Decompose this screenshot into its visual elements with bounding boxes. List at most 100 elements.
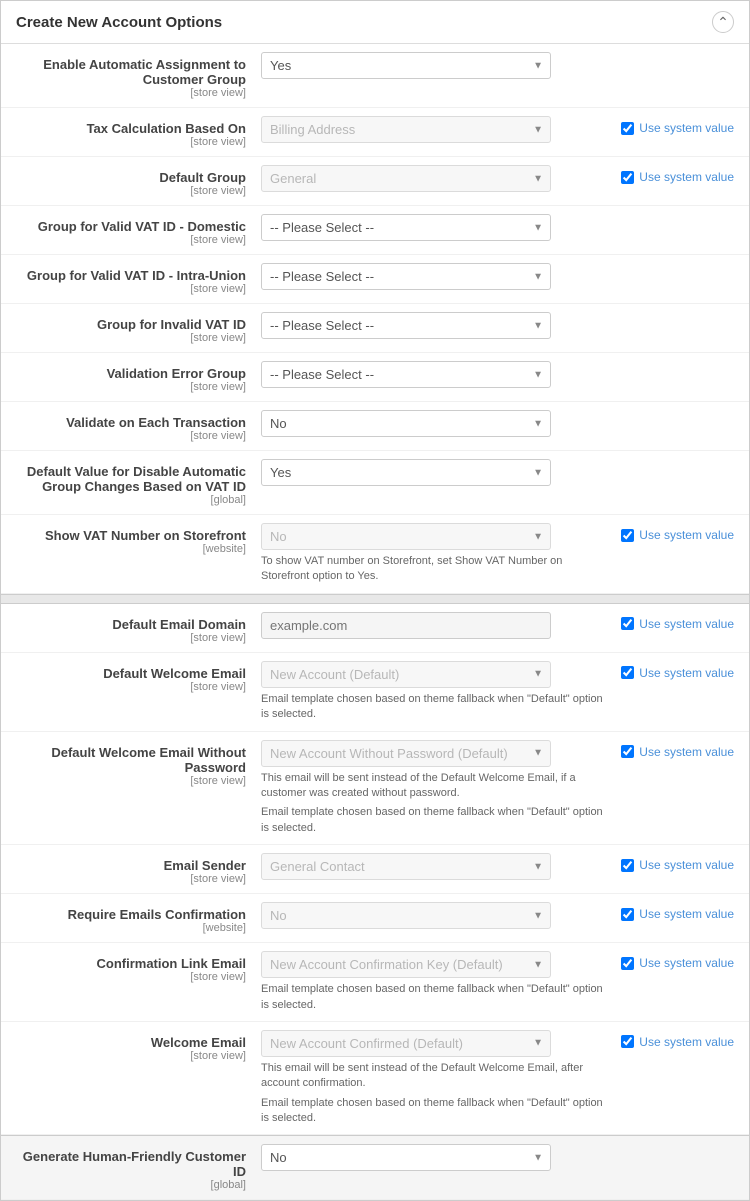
select-wrapper-validate-transaction: No Yes <box>261 410 551 437</box>
form-row-confirmation-link: Confirmation Link Email [store view] New… <box>1 943 749 1022</box>
checkbox-welcome-email[interactable] <box>621 666 634 679</box>
select-wrapper-email-sender: General Contact <box>261 853 551 880</box>
form-row-welcome-confirmed: Welcome Email [store view] New Account C… <box>1 1022 749 1136</box>
select-vat-intra[interactable]: -- Please Select -- <box>261 263 551 290</box>
select-email-sender[interactable]: General Contact <box>261 853 551 880</box>
checkbox-email-domain[interactable] <box>621 617 634 630</box>
form-row-vat-domestic: Group for Valid VAT ID - Domestic [store… <box>1 206 749 255</box>
checkbox-welcome-confirmed[interactable] <box>621 1035 634 1048</box>
control-confirmation-link: New Account Confirmation Key (Default) E… <box>261 951 734 1013</box>
control-vat-domestic: -- Please Select -- <box>261 214 734 241</box>
select-wrapper-vat-domestic: -- Please Select -- <box>261 214 551 241</box>
checkbox-default-group[interactable] <box>621 171 634 184</box>
form-row-welcome-email: Default Welcome Email [store view] New A… <box>1 653 749 732</box>
label-vat-intra: Group for Valid VAT ID - Intra-Union [st… <box>16 263 261 295</box>
select-wrapper-enable-auto: Yes No <box>261 52 551 79</box>
checkbox-welcome-no-pwd[interactable] <box>621 745 634 758</box>
select-validation-error[interactable]: -- Please Select -- <box>261 361 551 388</box>
label-human-friendly-id: Generate Human-Friendly Customer ID [glo… <box>16 1144 261 1191</box>
select-wrapper-vat-intra: -- Please Select -- <box>261 263 551 290</box>
select-default-group[interactable]: General <box>261 165 551 192</box>
select-validate-transaction[interactable]: No Yes <box>261 410 551 437</box>
select-wrapper-human-friendly-id: No Yes <box>261 1144 551 1171</box>
collapse-button[interactable]: ⌃ <box>712 11 734 33</box>
form-row-default-group: Default Group [store view] General Use s… <box>1 157 749 206</box>
welcome-no-pwd-info2: Email template chosen based on theme fal… <box>261 805 611 836</box>
system-value-show-vat: Use system value <box>621 523 734 542</box>
panel-title: Create New Account Options <box>16 14 222 31</box>
select-vat-domestic[interactable]: -- Please Select -- <box>261 214 551 241</box>
form-row-human-friendly-id: Generate Human-Friendly Customer ID [glo… <box>1 1135 749 1200</box>
select-wrapper-confirmation-link: New Account Confirmation Key (Default) <box>261 951 551 978</box>
form-row-invalid-vat: Group for Invalid VAT ID [store view] --… <box>1 304 749 353</box>
checkbox-require-confirmation[interactable] <box>621 908 634 921</box>
system-value-require-confirmation: Use system value <box>621 902 734 921</box>
label-email-domain: Default Email Domain [store view] <box>16 612 261 644</box>
select-tax-calc[interactable]: Billing Address <box>261 116 551 143</box>
select-invalid-vat[interactable]: -- Please Select -- <box>261 312 551 339</box>
control-welcome-email: New Account (Default) Email template cho… <box>261 661 734 723</box>
control-human-friendly-id: No Yes <box>261 1144 734 1171</box>
control-default-group: General Use system value <box>261 165 734 192</box>
label-vat-domestic: Group for Valid VAT ID - Domestic [store… <box>16 214 261 246</box>
show-vat-info: To show VAT number on Storefront, set Sh… <box>261 554 611 585</box>
create-account-options-panel: Create New Account Options ⌃ Enable Auto… <box>0 0 750 1201</box>
select-welcome-email[interactable]: New Account (Default) <box>261 661 551 688</box>
system-value-confirmation-link: Use system value <box>621 951 734 970</box>
welcome-email-info: Email template chosen based on theme fal… <box>261 692 611 723</box>
form-row-enable-auto: Enable Automatic Assignment to Customer … <box>1 44 749 108</box>
control-welcome-no-pwd: New Account Without Password (Default) T… <box>261 740 734 837</box>
select-wrapper-show-vat: No <box>261 523 551 550</box>
panel-header: Create New Account Options ⌃ <box>1 1 749 44</box>
label-validate-transaction: Validate on Each Transaction [store view… <box>16 410 261 442</box>
select-enable-auto[interactable]: Yes No <box>261 52 551 79</box>
form-row-welcome-no-pwd: Default Welcome Email Without Password [… <box>1 732 749 846</box>
checkbox-confirmation-link[interactable] <box>621 957 634 970</box>
system-value-email-domain: Use system value <box>621 612 734 631</box>
system-value-default-group: Use system value <box>621 165 734 184</box>
select-confirmation-link[interactable]: New Account Confirmation Key (Default) <box>261 951 551 978</box>
select-wrapper-invalid-vat: -- Please Select -- <box>261 312 551 339</box>
form-row-validation-error: Validation Error Group [store view] -- P… <box>1 353 749 402</box>
control-enable-auto: Yes No <box>261 52 734 79</box>
control-welcome-confirmed: New Account Confirmed (Default) This ema… <box>261 1030 734 1127</box>
welcome-confirmed-info1: This email will be sent instead of the D… <box>261 1061 611 1092</box>
select-welcome-confirmed[interactable]: New Account Confirmed (Default) <box>261 1030 551 1057</box>
select-human-friendly-id[interactable]: No Yes <box>261 1144 551 1171</box>
label-welcome-no-pwd: Default Welcome Email Without Password [… <box>16 740 261 787</box>
vat-section: Enable Automatic Assignment to Customer … <box>1 44 749 594</box>
label-show-vat: Show VAT Number on Storefront [website] <box>16 523 261 555</box>
select-welcome-no-pwd[interactable]: New Account Without Password (Default) <box>261 740 551 767</box>
welcome-no-pwd-info1: This email will be sent instead of the D… <box>261 771 611 802</box>
checkbox-tax-calc[interactable] <box>621 122 634 135</box>
form-row-disable-auto-group: Default Value for Disable Automatic Grou… <box>1 451 749 515</box>
select-wrapper-validation-error: -- Please Select -- <box>261 361 551 388</box>
system-value-welcome-confirmed: Use system value <box>621 1030 734 1049</box>
input-email-domain[interactable] <box>261 612 551 639</box>
control-email-domain: Use system value <box>261 612 734 639</box>
label-welcome-confirmed: Welcome Email [store view] <box>16 1030 261 1062</box>
label-require-confirmation: Require Emails Confirmation [website] <box>16 902 261 934</box>
form-row-require-confirmation: Require Emails Confirmation [website] No… <box>1 894 749 943</box>
select-disable-auto-group[interactable]: Yes No <box>261 459 551 486</box>
control-require-confirmation: No Use system value <box>261 902 734 929</box>
select-show-vat[interactable]: No <box>261 523 551 550</box>
control-vat-intra: -- Please Select -- <box>261 263 734 290</box>
form-row-email-domain: Default Email Domain [store view] Use sy… <box>1 604 749 653</box>
checkbox-show-vat[interactable] <box>621 529 634 542</box>
checkbox-email-sender[interactable] <box>621 859 634 872</box>
label-confirmation-link: Confirmation Link Email [store view] <box>16 951 261 983</box>
system-value-email-sender: Use system value <box>621 853 734 872</box>
select-wrapper-default-group: General <box>261 165 551 192</box>
form-row-validate-transaction: Validate on Each Transaction [store view… <box>1 402 749 451</box>
select-wrapper-welcome-email: New Account (Default) <box>261 661 551 688</box>
label-tax-calc: Tax Calculation Based On [store view] <box>16 116 261 148</box>
select-wrapper-tax-calc: Billing Address <box>261 116 551 143</box>
label-disable-auto-group: Default Value for Disable Automatic Grou… <box>16 459 261 506</box>
label-validation-error: Validation Error Group [store view] <box>16 361 261 393</box>
select-require-confirmation[interactable]: No <box>261 902 551 929</box>
email-section: Default Email Domain [store view] Use sy… <box>1 604 749 1136</box>
section-divider <box>1 594 749 604</box>
form-row-vat-intra: Group for Valid VAT ID - Intra-Union [st… <box>1 255 749 304</box>
label-welcome-email: Default Welcome Email [store view] <box>16 661 261 693</box>
